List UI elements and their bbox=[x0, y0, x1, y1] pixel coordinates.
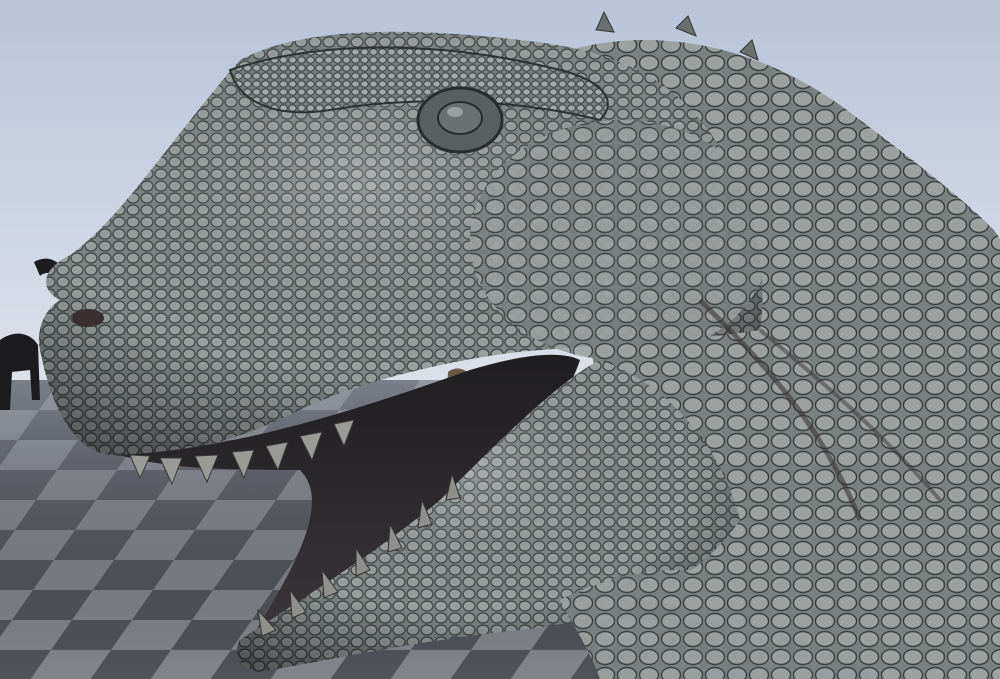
dinosaur-eye bbox=[416, 86, 504, 154]
scene-illustration bbox=[0, 10, 1000, 679]
nostril bbox=[72, 309, 104, 327]
viewport bbox=[0, 0, 1000, 679]
